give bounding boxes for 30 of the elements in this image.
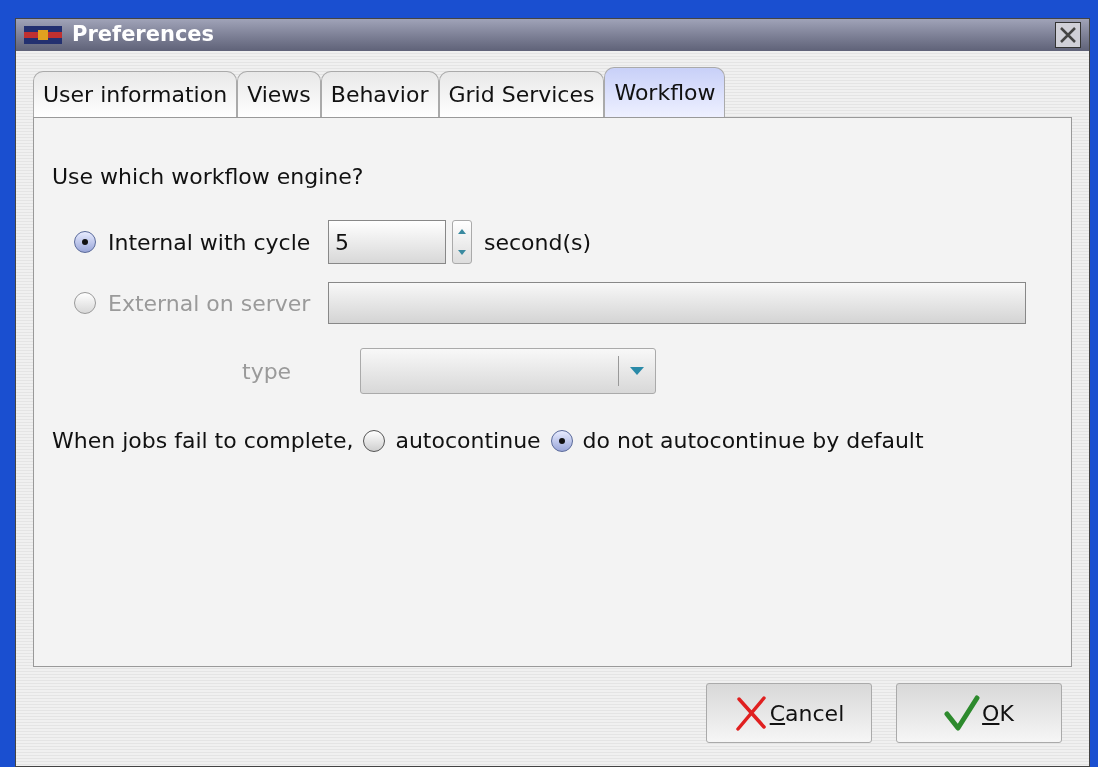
radio-label: External on server — [108, 289, 312, 318]
type-label: type — [242, 357, 293, 386]
radio-label: autocontinue — [395, 427, 541, 455]
up-arrow-icon — [458, 229, 466, 234]
app-icon — [24, 26, 62, 44]
cancel-button[interactable]: Cancel — [706, 683, 872, 743]
question-label: Use which workflow engine? — [52, 163, 365, 191]
radio-label: do not autocontinue by default — [582, 427, 924, 455]
tab[interactable]: Views — [237, 71, 321, 117]
radio-button[interactable] — [550, 429, 573, 452]
caret-icon — [630, 367, 644, 375]
cycle-field[interactable]: 5 — [328, 220, 446, 264]
tab[interactable]: Behavior — [320, 71, 439, 117]
tab[interactable]: Workflow — [604, 67, 726, 117]
radio-label: Internal with cycle — [108, 228, 312, 257]
server-field[interactable] — [328, 282, 1026, 324]
close-button[interactable] — [1055, 22, 1081, 48]
spinner-control[interactable] — [452, 220, 472, 264]
failure-label: When jobs fail to complete, — [52, 427, 354, 455]
window-title: Preferences — [72, 21, 216, 49]
close-icon — [733, 695, 768, 731]
close-icon — [1059, 26, 1077, 44]
tab[interactable]: User information — [33, 71, 238, 117]
radio-button[interactable] — [363, 429, 386, 452]
down-arrow-icon — [458, 250, 466, 255]
unit-label: second(s) — [484, 228, 592, 257]
ok-button[interactable]: OK — [896, 683, 1062, 743]
tab[interactable]: Grid Services — [438, 71, 605, 117]
radio-button[interactable] — [74, 231, 96, 253]
checkmark-icon — [944, 694, 981, 732]
